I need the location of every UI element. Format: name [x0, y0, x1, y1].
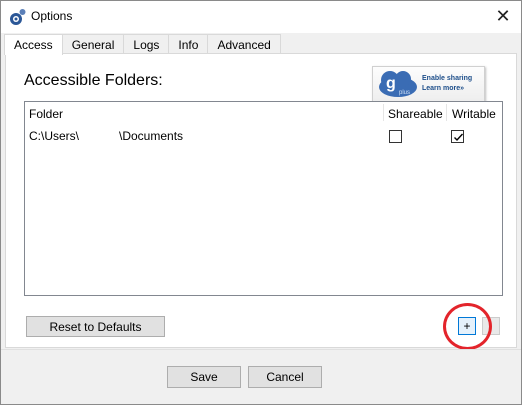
options-dialog: Options ✕ Access General Logs Info Advan… — [0, 0, 522, 405]
tab-general[interactable]: General — [61, 34, 125, 54]
banner-learn-more-link[interactable]: Learn more» — [422, 85, 464, 92]
cancel-button[interactable]: Cancel — [248, 366, 322, 388]
tab-info[interactable]: Info — [168, 34, 209, 54]
table-row[interactable]: C:\Users\ \Documents — [25, 128, 502, 146]
writable-checkbox[interactable] — [451, 130, 464, 143]
column-header-folder[interactable]: Folder — [29, 107, 63, 121]
gplus-logo-text: plus — [399, 90, 410, 96]
access-panel: Accessible Folders: g plus Enable sharin… — [5, 53, 517, 350]
checkmark-icon — [454, 133, 464, 142]
gplus-logo-letter: g — [386, 75, 396, 92]
footer-divider — [1, 349, 521, 350]
folder-list[interactable]: Folder Shareable Writable C:\Users\ \Doc… — [24, 101, 503, 296]
section-title: Accessible Folders: — [24, 72, 163, 89]
gplus-cloud-icon: g plus — [377, 69, 419, 99]
tab-access[interactable]: Access — [4, 34, 63, 55]
column-header-shareable[interactable]: Shareable — [388, 107, 443, 121]
save-button[interactable]: Save — [167, 366, 241, 388]
shareable-checkbox[interactable] — [389, 130, 402, 143]
enable-sharing-banner[interactable]: g plus Enable sharing Learn more» — [372, 66, 485, 102]
column-divider — [383, 104, 384, 121]
app-icon — [9, 8, 27, 26]
add-folder-button[interactable]: + — [458, 317, 476, 335]
remove-folder-button[interactable] — [482, 317, 500, 335]
column-header-writable[interactable]: Writable — [452, 107, 496, 121]
reset-to-defaults-button[interactable]: Reset to Defaults — [26, 316, 165, 337]
tab-strip: Access General Logs Info Advanced — [4, 34, 281, 55]
tab-logs[interactable]: Logs — [123, 34, 170, 54]
column-divider — [446, 104, 447, 121]
tab-advanced[interactable]: Advanced — [207, 34, 281, 54]
banner-line1: Enable sharing — [422, 75, 473, 82]
window-title: Options — [31, 9, 73, 23]
close-button[interactable]: ✕ — [485, 1, 521, 31]
folder-path: C:\Users\ \Documents — [29, 129, 184, 143]
title-bar: Options ✕ — [1, 1, 521, 33]
